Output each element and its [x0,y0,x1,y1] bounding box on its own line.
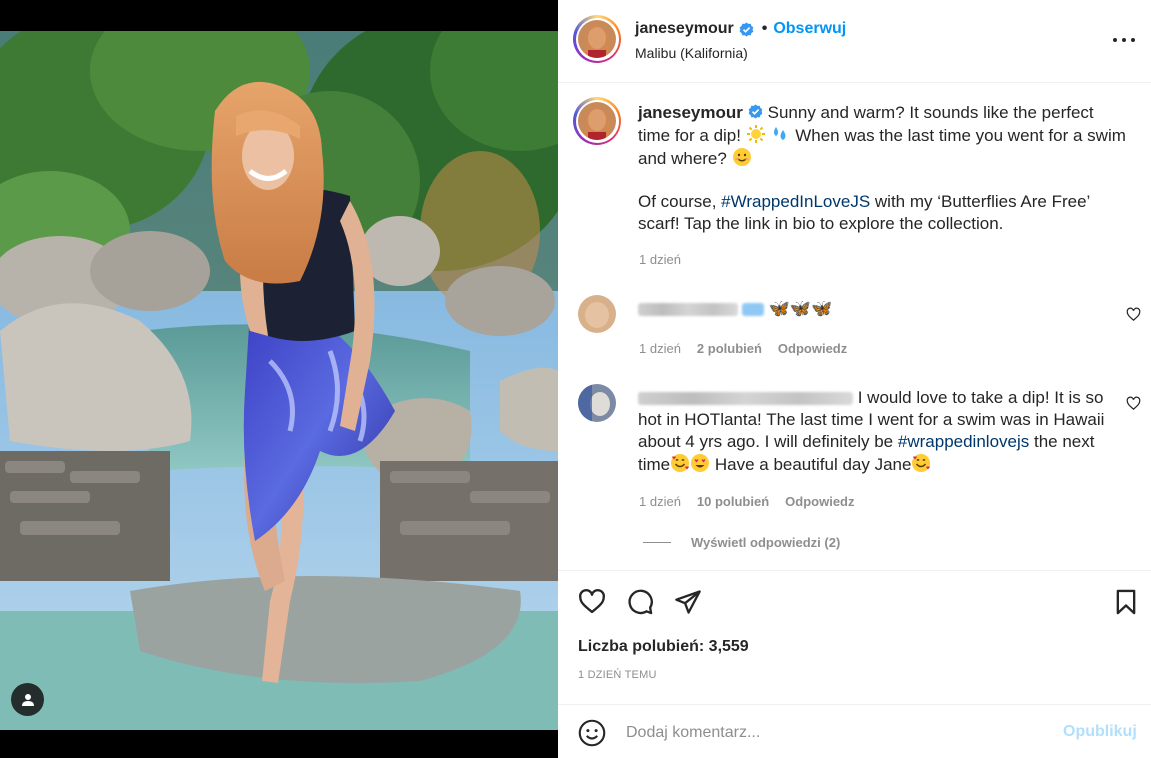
location-link[interactable]: Malibu (Kalifornia) [635,45,748,61]
comment-like-heart-icon[interactable] [1126,396,1141,411]
comment-like-heart-icon[interactable] [1126,307,1141,322]
smiling-face-emoji-icon [732,148,751,166]
heart-eyes-emoji-icon [691,454,710,472]
view-replies-label: Wyświetl odpowiedzi (2) [691,535,841,550]
hashtag-link[interactable]: #WrappedInLoveJS [721,192,870,211]
comment-timestamp[interactable]: 1 dzień [639,494,681,509]
follow-button[interactable]: Obserwuj [773,20,846,38]
author-avatar[interactable] [573,15,621,63]
author-username[interactable]: janeseymour [635,20,734,38]
likes-count[interactable]: Liczba polubień: 3,559 [578,638,749,656]
add-comment-bar: Opublikuj [558,704,1151,758]
comment-2-meta: 1 dzień 10 polubień Odpowiedz [639,494,855,509]
comment-timestamp[interactable]: 1 dzień [639,341,681,356]
comment-2: I would love to take a dip! It is so hot… [638,387,1118,476]
author-header-line: janeseymour • Obserwuj [635,20,846,38]
heart-icon[interactable] [578,588,606,616]
comment-2-text-post: Have a beautiful day Jane [714,455,912,474]
post-caption: janeseymour Sunny and warm? It sounds li… [638,102,1128,235]
caption-author-avatar[interactable] [573,97,621,145]
post-header: janeseymour • Obserwuj Malibu (Kaliforni… [558,0,1151,83]
comment-1-text: 🦋🦋🦋 [768,299,833,318]
comment-1: 🦋🦋🦋 [638,298,1118,320]
replies-divider [643,542,671,543]
blurred-username[interactable] [638,303,738,317]
blurred-badge [742,303,764,317]
bookmark-icon[interactable] [1112,588,1140,616]
smiling-hearts-emoji-icon [912,454,931,472]
user-tag-icon [21,693,34,706]
post-sidebar: janeseymour • Obserwuj Malibu (Kaliforni… [558,0,1151,758]
smiling-hearts-emoji-icon [671,454,690,472]
share-icon[interactable] [674,588,702,616]
publish-button[interactable]: Opublikuj [1063,723,1137,741]
comment-icon[interactable] [626,588,654,616]
comment-avatar[interactable] [578,384,616,422]
post-actions: Liczba polubień: 3,559 1 DZIEŃ TEMU Opub… [558,570,1151,758]
caption-username[interactable]: janeseymour [638,103,743,122]
hashtag-link[interactable]: #wrappedinlovejs [898,432,1029,451]
post-media-pane [0,0,558,758]
comment-avatar[interactable] [578,295,616,333]
reply-button[interactable]: Odpowiedz [785,494,854,509]
comment-likes-count[interactable]: 2 polubień [697,341,762,356]
caption-timestamp[interactable]: 1 dzień [639,252,681,267]
view-replies-button[interactable]: Wyświetl odpowiedzi (2) [643,535,840,550]
post-photo[interactable] [0,31,558,730]
post-timestamp: 1 DZIEŃ TEMU [578,669,657,681]
comment-1-meta: 1 dzień 2 polubień Odpowiedz [639,341,847,356]
sun-emoji-icon [746,125,765,143]
reply-button[interactable]: Odpowiedz [778,341,847,356]
verified-badge-icon [739,21,754,37]
caption-text-2-pre: Of course, [638,192,717,211]
more-options-icon[interactable] [1113,30,1135,50]
verified-badge-icon [748,104,763,119]
smiley-icon[interactable] [578,719,606,747]
comment-likes-count[interactable]: 10 polubień [697,494,769,509]
blurred-username[interactable] [638,392,853,406]
user-tag-button[interactable] [11,683,44,716]
water-drops-emoji-icon [774,127,786,140]
header-separator: • [761,20,768,37]
comment-input[interactable] [626,719,1046,747]
